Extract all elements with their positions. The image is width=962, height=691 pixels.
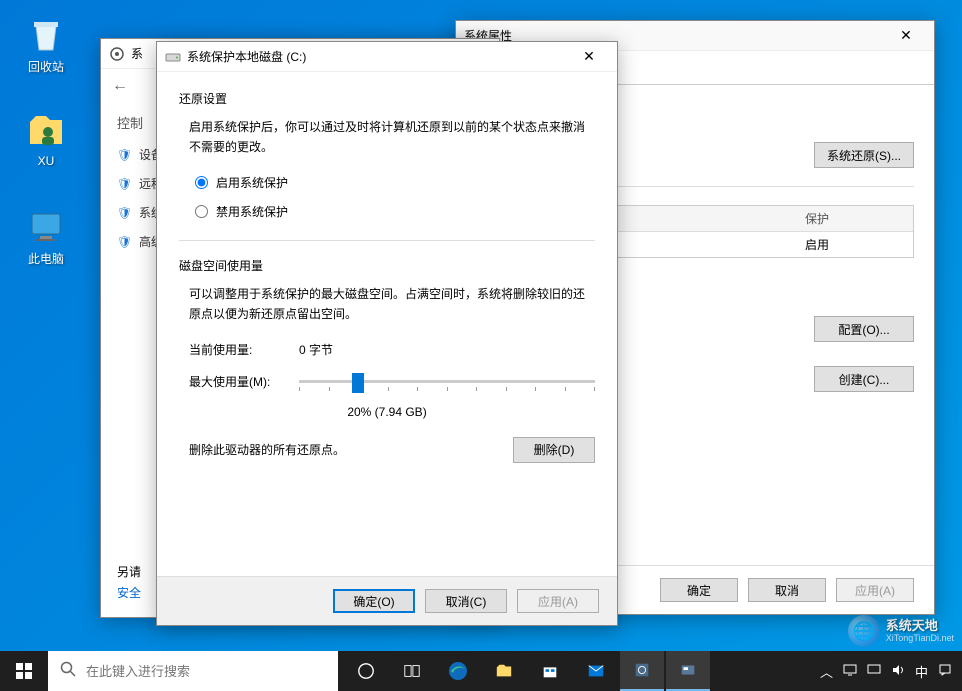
current-usage-value: 0 字节 — [299, 341, 333, 358]
configure-button[interactable]: 配置(O)... — [814, 316, 914, 342]
section-disk-usage: 磁盘空间使用量 — [179, 257, 595, 274]
close-button[interactable]: ✕ — [569, 43, 609, 71]
search-input[interactable] — [86, 664, 326, 679]
col-header-protection: 保护 — [805, 210, 905, 227]
cortana-icon[interactable] — [344, 651, 388, 691]
restore-description: 启用系统保护后，你可以通过及时将计算机还原到以前的某个状态点来撤消不需要的更改。 — [179, 117, 595, 158]
close-button[interactable]: ✕ — [886, 22, 926, 50]
sysprops-taskbar-icon[interactable] — [666, 651, 710, 691]
search-icon — [60, 661, 76, 682]
mail-icon[interactable] — [574, 651, 618, 691]
taskbar-search[interactable] — [48, 651, 338, 691]
desktop-icon-recycle-bin[interactable]: 回收站 — [16, 14, 76, 75]
edge-icon[interactable] — [436, 651, 480, 691]
cancel-button[interactable]: 取消(C) — [425, 589, 507, 613]
create-button[interactable]: 创建(C)... — [814, 366, 914, 392]
max-usage-slider[interactable] — [299, 372, 595, 391]
divider — [179, 240, 595, 241]
shield-icon: 🛡 — [117, 206, 131, 220]
shield-icon: 🛡 — [117, 235, 131, 249]
apply-button: 应用(A) — [517, 589, 599, 613]
desktop-icon-this-pc[interactable]: 此电脑 — [16, 206, 76, 267]
current-usage-label: 当前使用量: — [189, 341, 299, 358]
task-view-icon[interactable] — [390, 651, 434, 691]
watermark-url: XiTongTianDi.net — [886, 633, 954, 644]
dialog-title: 系统保护本地磁盘 (C:) — [187, 48, 569, 65]
ok-button[interactable]: 确定 — [660, 578, 738, 602]
delete-description: 删除此驱动器的所有还原点。 — [189, 441, 513, 458]
disk-description: 可以调整用于系统保护的最大磁盘空间。占满空间时，系统将删除较旧的还原点以便为新还… — [179, 284, 595, 325]
protection-radio-group: 启用系统保护 禁用系统保护 — [179, 174, 595, 220]
ok-button[interactable]: 确定(O) — [333, 589, 415, 613]
desktop-icon-label: 回收站 — [16, 58, 76, 75]
tray-chevron-up-icon[interactable]: ︿ — [820, 662, 833, 681]
watermark-title: 系统天地 — [886, 618, 954, 634]
ime-indicator[interactable]: 中 — [915, 662, 928, 681]
section-restore-settings: 还原设置 — [179, 90, 595, 107]
drive-icon — [165, 49, 181, 65]
see-also-label: 另请 — [117, 563, 141, 580]
recycle-bin-icon — [26, 14, 66, 54]
slider-value-text: 20% (7.94 GB) — [179, 405, 595, 419]
apply-button: 应用(A) — [836, 578, 914, 602]
taskbar: ︿ 中 — [0, 651, 962, 691]
settings-taskbar-icon[interactable] — [620, 651, 664, 691]
back-button[interactable]: ← — [105, 77, 135, 95]
slider-ticks — [299, 387, 595, 391]
tray-volume-icon[interactable] — [891, 663, 905, 680]
tray-monitor-icon[interactable] — [843, 663, 857, 680]
drive-status: 启用 — [805, 236, 905, 253]
cancel-button[interactable]: 取消 — [748, 578, 826, 602]
system-tray: ︿ 中 — [810, 662, 962, 681]
security-link[interactable]: 安全 — [117, 584, 141, 601]
slider-thumb[interactable] — [352, 373, 364, 393]
radio-disable-protection[interactable]: 禁用系统保护 — [195, 203, 595, 220]
notifications-icon[interactable] — [938, 663, 952, 680]
delete-button[interactable]: 删除(D) — [513, 437, 595, 463]
folder-icon — [26, 110, 66, 150]
store-icon[interactable] — [528, 651, 572, 691]
desktop-icon-label: 此电脑 — [16, 250, 76, 267]
start-button[interactable] — [0, 651, 48, 691]
globe-icon: 🌐 — [848, 615, 880, 647]
shield-icon: 🛡 — [117, 177, 131, 191]
desktop-icon-label: XU — [16, 154, 76, 168]
system-protection-dialog: 系统保护本地磁盘 (C:) ✕ 还原设置 启用系统保护后，你可以通过及时将计算机… — [156, 41, 618, 626]
radio-enable-protection[interactable]: 启用系统保护 — [195, 174, 595, 191]
slider-track — [299, 380, 595, 383]
explorer-icon[interactable] — [482, 651, 526, 691]
titlebar[interactable]: 系统保护本地磁盘 (C:) ✕ — [157, 42, 617, 72]
watermark: 🌐 系统天地 XiTongTianDi.net — [848, 615, 954, 647]
dialog-button-row: 确定(O) 取消(C) 应用(A) — [157, 576, 617, 625]
system-restore-button[interactable]: 系统还原(S)... — [814, 142, 914, 168]
computer-icon — [26, 206, 66, 246]
desktop-icon-user-folder[interactable]: XU — [16, 110, 76, 168]
radio-input[interactable] — [195, 176, 208, 189]
gear-icon — [109, 46, 125, 62]
shield-icon: 🛡 — [117, 148, 131, 162]
max-usage-label: 最大使用量(M): — [189, 373, 299, 390]
radio-input[interactable] — [195, 205, 208, 218]
tray-network-icon[interactable] — [867, 663, 881, 680]
